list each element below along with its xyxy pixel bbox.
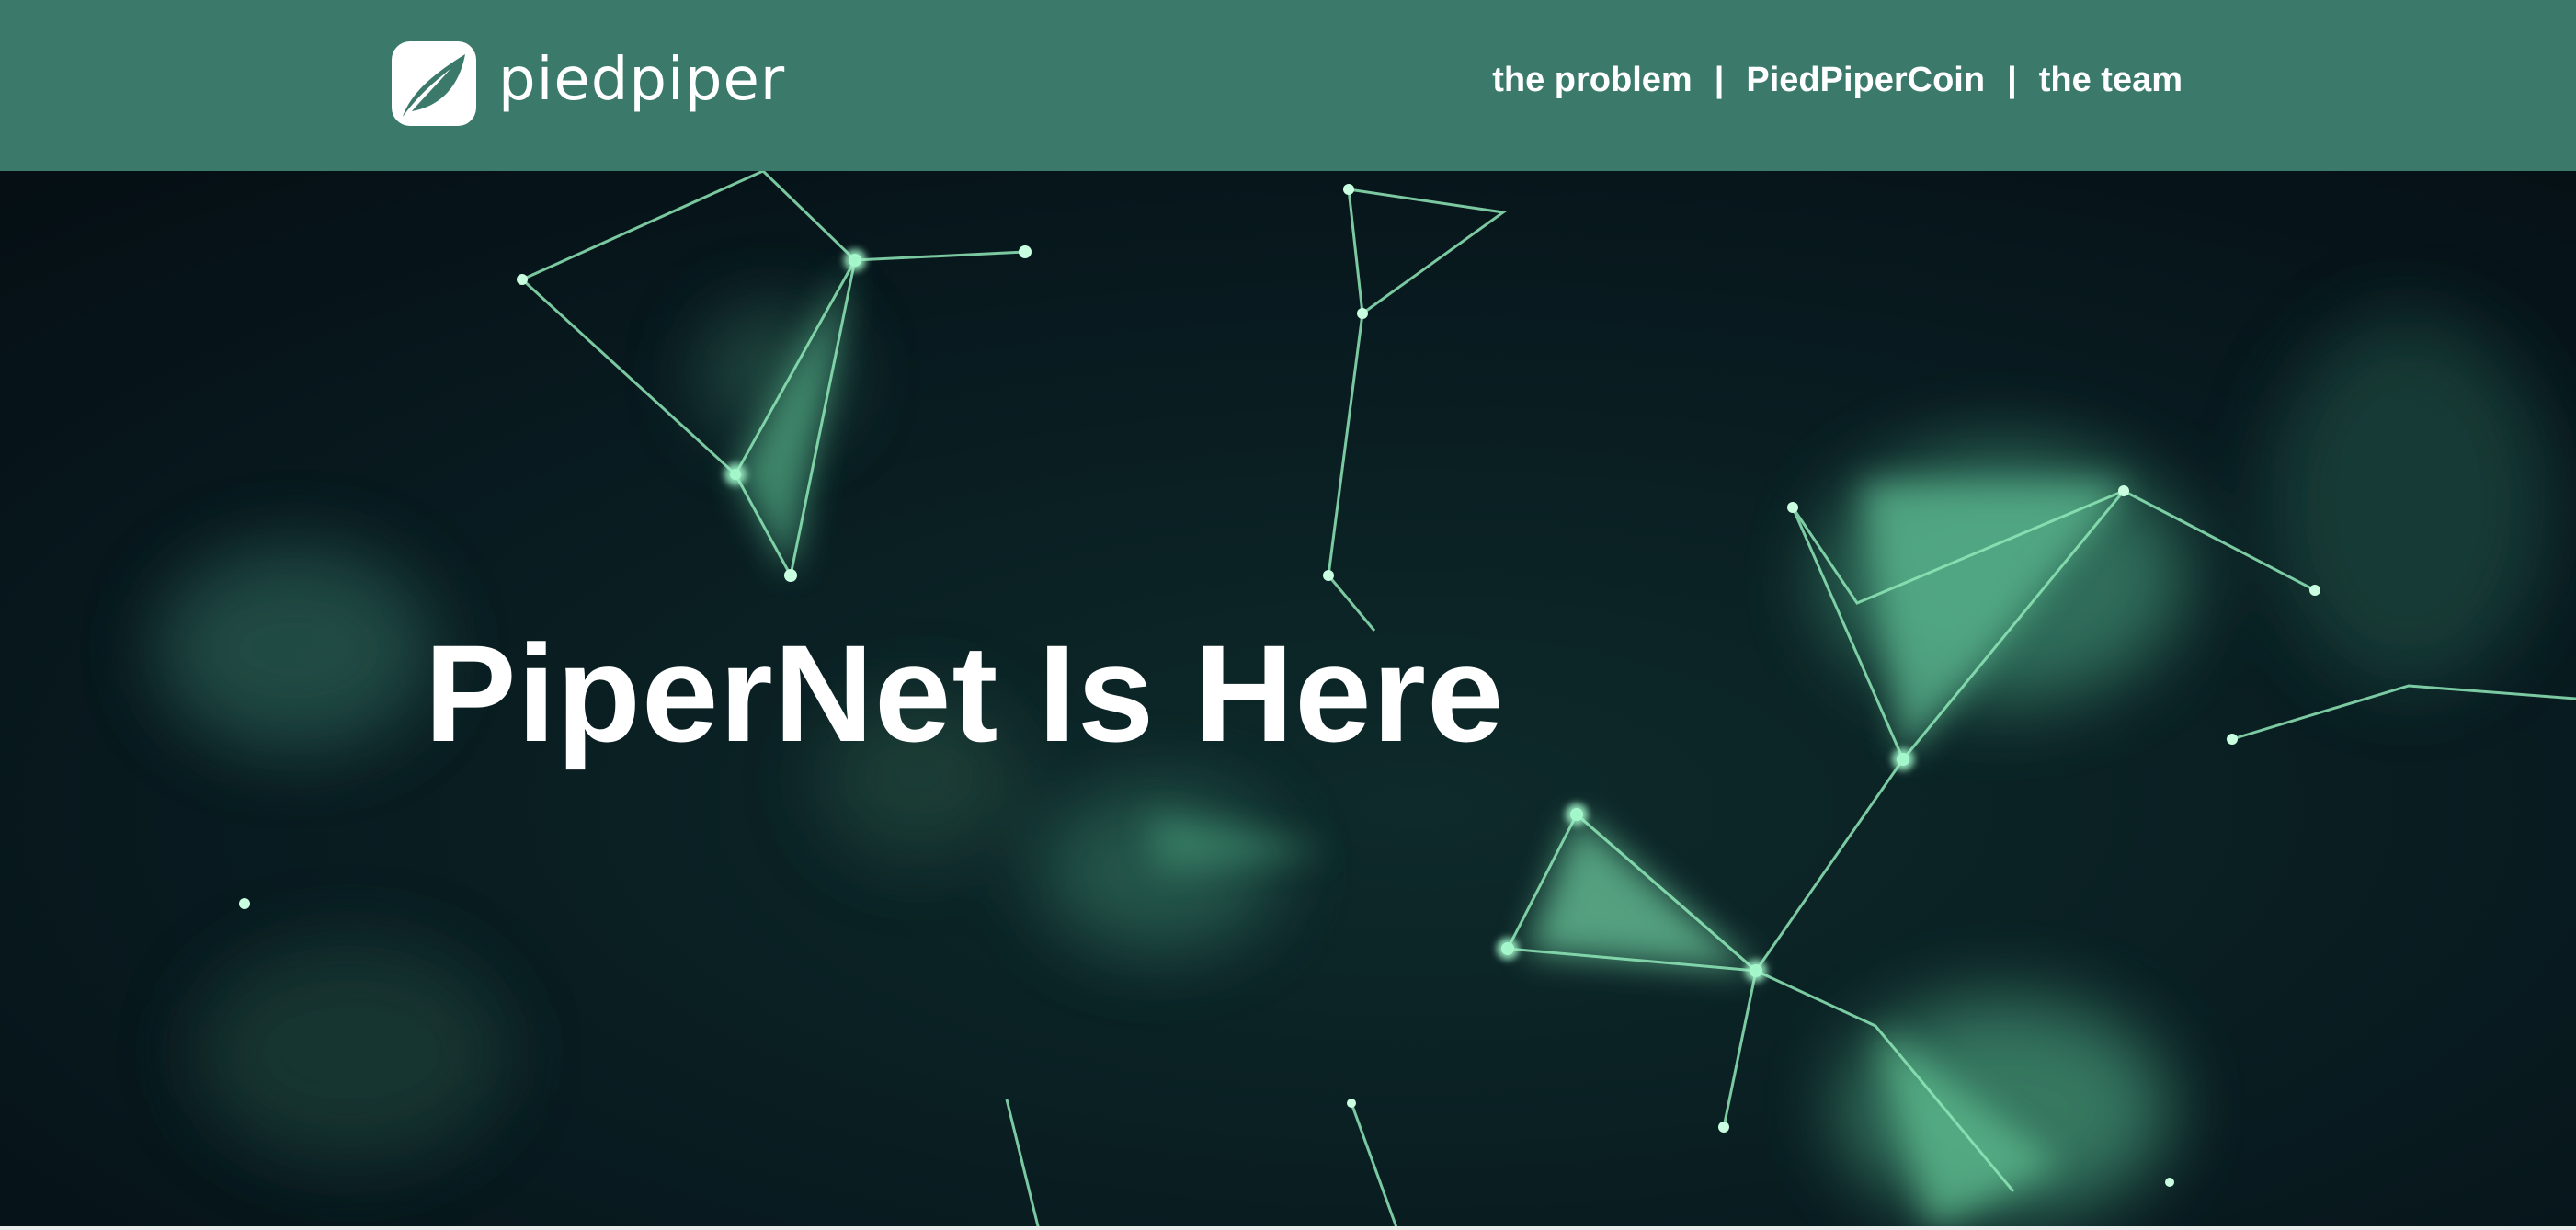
main-nav: the problem | PiedPiperCoin | the team bbox=[1492, 61, 2183, 100]
bottom-divider bbox=[0, 1226, 2576, 1230]
hero-section: PiperNet Is Here bbox=[0, 171, 2576, 1230]
nav-link-piedpipercoin[interactable]: PiedPiperCoin bbox=[1746, 61, 1985, 100]
nav-link-the-problem[interactable]: the problem bbox=[1492, 61, 1692, 100]
leaf-icon bbox=[392, 41, 476, 126]
hero-title: PiperNet Is Here bbox=[424, 616, 1505, 770]
nav-separator: | bbox=[1714, 61, 1725, 99]
top-navbar: piedpiper the problem | PiedPiperCoin | … bbox=[0, 0, 2576, 171]
nav-separator: | bbox=[2007, 61, 2017, 99]
nav-link-the-team[interactable]: the team bbox=[2039, 61, 2183, 100]
brand-name: piedpiper bbox=[498, 46, 786, 114]
landing-page: piedpiper the problem | PiedPiperCoin | … bbox=[0, 0, 2576, 1230]
brand-logo-link[interactable]: piedpiper bbox=[392, 40, 785, 127]
